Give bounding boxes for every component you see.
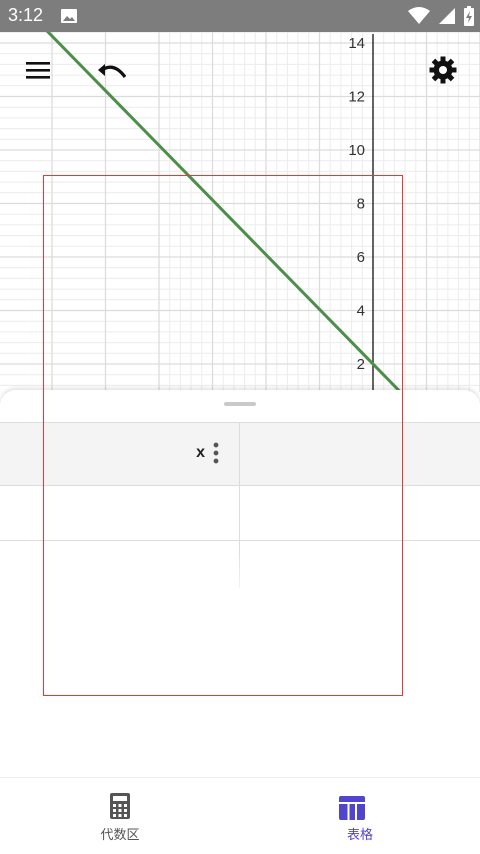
wifi-icon <box>408 7 430 24</box>
table-row <box>0 486 480 541</box>
status-bar: 3:12 <box>0 0 480 32</box>
graphics-view[interactable]: 14 12 10 8 6 4 2 <box>0 32 480 392</box>
column-header-x: x <box>196 444 205 461</box>
table-fade <box>0 548 480 608</box>
table-icon <box>339 796 365 820</box>
y-tick-label: 14 <box>348 35 365 52</box>
more-vertical-icon[interactable] <box>213 442 219 464</box>
y-tick-label: 4 <box>357 303 365 320</box>
nav-label-algebra: 代数区 <box>100 828 140 843</box>
status-icons <box>408 6 474 26</box>
bottom-navigation: 代数区 表格 <box>0 777 480 854</box>
undo-icon <box>98 64 127 78</box>
y-tick-label: 2 <box>357 356 365 373</box>
battery-charging-icon <box>464 6 474 26</box>
sheet-drag-handle[interactable] <box>224 402 256 406</box>
header-cell-x: x <box>0 423 240 485</box>
nav-item-table[interactable]: 表格 <box>240 778 480 854</box>
header-cell-empty <box>240 423 480 485</box>
status-time: 3:12 <box>8 5 44 25</box>
gear-icon <box>429 56 457 84</box>
nav-label-table: 表格 <box>346 828 373 843</box>
table-cell[interactable] <box>0 486 240 540</box>
y-tick-label: 8 <box>357 196 365 213</box>
menu-button[interactable] <box>24 58 52 82</box>
value-table: x <box>0 422 480 541</box>
table-cell[interactable] <box>240 486 480 540</box>
settings-button[interactable] <box>428 55 458 85</box>
calculator-icon <box>110 793 130 819</box>
image-icon <box>61 9 77 23</box>
table-header-row: x <box>0 422 480 486</box>
undo-button[interactable] <box>96 58 128 84</box>
y-tick-label: 12 <box>348 89 365 106</box>
nav-item-algebra[interactable]: 代数区 <box>0 778 240 854</box>
y-tick-label: 10 <box>348 142 365 159</box>
menu-icon <box>26 62 50 79</box>
cell-signal-icon <box>439 8 455 24</box>
y-tick-label: 6 <box>357 249 365 266</box>
